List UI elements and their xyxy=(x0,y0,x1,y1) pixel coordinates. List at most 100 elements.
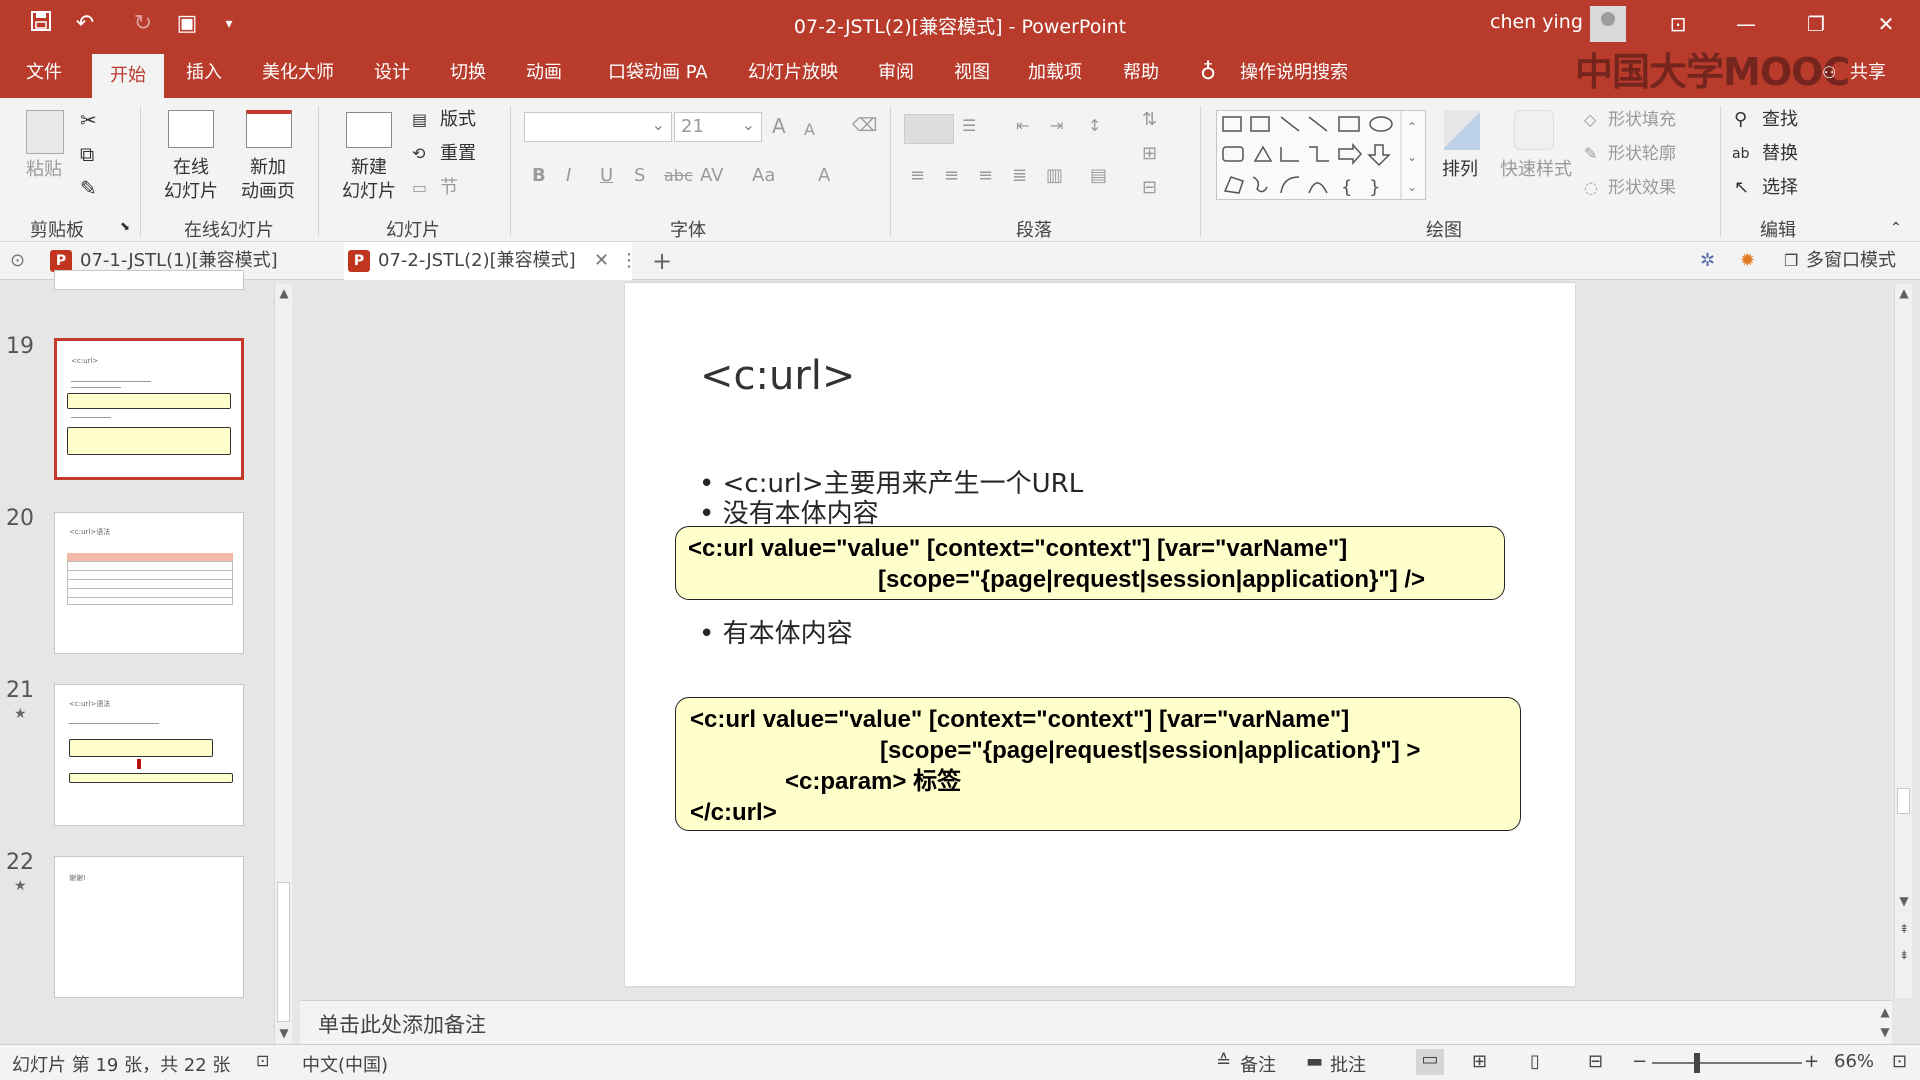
replace-button[interactable]: 替换 xyxy=(1762,142,1798,166)
new-animation-page-line2[interactable]: 动画页 xyxy=(232,180,304,204)
restore-button[interactable]: ❐ xyxy=(1786,6,1846,42)
share-button[interactable]: 共享 xyxy=(1850,48,1886,98)
slideshow-icon[interactable]: ⊟ xyxy=(1588,1051,1603,1072)
smartart-icon[interactable]: ⊟ xyxy=(1142,176,1157,200)
slide-title[interactable]: <c:url> xyxy=(700,353,855,399)
bullet-item[interactable]: • 有本体内容 xyxy=(699,613,853,650)
comments-icon[interactable]: ▬ xyxy=(1306,1051,1323,1072)
multi-window-icon[interactable]: ❐ xyxy=(1784,242,1798,280)
reset-button[interactable]: 重置 xyxy=(440,142,476,166)
quick-styles-button[interactable]: 快速样式 xyxy=(1496,158,1576,182)
dialog-launcher-icon[interactable]: ⬊ xyxy=(120,214,130,238)
new-slide-line2[interactable]: 幻灯片 xyxy=(334,180,404,204)
justify-icon[interactable]: ≣ xyxy=(1012,164,1027,188)
paste-icon[interactable] xyxy=(26,110,64,154)
thumbnail-scrollbar[interactable]: ▲ ▼ xyxy=(274,284,292,1044)
find-button[interactable]: 查找 xyxy=(1762,108,1798,132)
zoom-out-icon[interactable]: − xyxy=(1632,1051,1647,1072)
scroll-up-icon[interactable]: ▲ xyxy=(1895,284,1913,302)
select-icon[interactable]: ↖ xyxy=(1734,176,1749,200)
new-slide-line1[interactable]: 新建 xyxy=(334,156,404,180)
arrange-icon[interactable] xyxy=(1444,110,1480,150)
scroll-down-icon[interactable]: ▼ xyxy=(1876,1023,1894,1041)
thumbnail-22[interactable]: 谢谢! xyxy=(54,856,244,998)
person-icon[interactable]: ⚇ xyxy=(1822,48,1836,98)
tab-view[interactable]: 视图 xyxy=(954,48,990,98)
zoom-slider-thumb[interactable] xyxy=(1694,1053,1700,1073)
copy-icon[interactable]: ⧉ xyxy=(80,142,94,166)
online-slides-line1[interactable]: 在线 xyxy=(156,156,226,180)
tab-design[interactable]: 设计 xyxy=(374,48,410,98)
doc-tab-active[interactable]: P 07-2-JSTL(2)[兼容模式] ✕ ⋮ xyxy=(344,242,638,280)
columns-icon[interactable]: ▤ xyxy=(1090,164,1107,188)
tab-help[interactable]: 帮助 xyxy=(1123,48,1159,98)
notes-toggle[interactable]: 备注 xyxy=(1240,1051,1276,1077)
scroll-thumb[interactable] xyxy=(1897,788,1910,814)
paste-button[interactable]: 粘贴 xyxy=(24,158,64,182)
tell-me-search[interactable]: 操作说明搜索 xyxy=(1240,48,1348,98)
font-color-button[interactable]: A xyxy=(818,164,830,188)
tab-animations[interactable]: 动画 xyxy=(526,48,562,98)
notes-pane[interactable]: 单击此处添加备注 ▲ ▼ xyxy=(300,1000,1892,1044)
thumbnail-21[interactable]: <c:url>语法 xyxy=(54,684,244,826)
bold-button[interactable]: B xyxy=(532,164,546,188)
zoom-slider[interactable] xyxy=(1652,1062,1802,1064)
comments-toggle[interactable]: 批注 xyxy=(1330,1051,1366,1077)
user-name[interactable]: chen ying xyxy=(1490,11,1583,33)
find-icon[interactable]: ⚲ xyxy=(1734,108,1747,132)
shape-effects-button[interactable]: 形状效果 xyxy=(1608,176,1676,200)
tab-review[interactable]: 审阅 xyxy=(878,48,914,98)
align-left-icon[interactable]: ≡ xyxy=(910,164,925,188)
collapse-ribbon-icon[interactable]: ⌃ xyxy=(1890,216,1902,240)
settings-icon-blue[interactable]: ✲ xyxy=(1700,242,1715,280)
increase-indent-icon[interactable]: ⇥ xyxy=(1050,114,1063,138)
normal-view-icon[interactable]: ▭ xyxy=(1416,1049,1444,1075)
slide-sorter-icon[interactable]: ⊞ xyxy=(1472,1051,1487,1072)
replace-icon[interactable]: ab xyxy=(1732,142,1749,166)
minimize-button[interactable]: — xyxy=(1716,6,1776,42)
tab-pocket-animation[interactable]: 口袋动画 PA xyxy=(608,48,708,98)
thumbnail-20[interactable]: <c:url>语法 xyxy=(54,512,244,654)
numbering-icon[interactable]: ☰ xyxy=(962,114,976,138)
font-name-dropdown[interactable]: ⌄ xyxy=(524,112,672,142)
language-indicator[interactable]: 中文(中国) xyxy=(302,1051,388,1077)
shape-effects-icon[interactable]: ◌ xyxy=(1584,176,1598,200)
slide-canvas[interactable]: <c:url> • <c:url>主要用来产生一个URL • 没有本体内容 <c… xyxy=(625,283,1575,986)
layout-button[interactable]: 版式 xyxy=(440,108,476,132)
tab-transitions[interactable]: 切换 xyxy=(450,48,486,98)
select-button[interactable]: 选择 xyxy=(1762,176,1798,200)
underline-button[interactable]: U xyxy=(600,164,613,188)
avatar[interactable] xyxy=(1590,6,1626,42)
line-spacing-icon[interactable]: ↕ xyxy=(1088,114,1101,138)
add-tab-icon[interactable]: + xyxy=(652,242,672,280)
distributed-icon[interactable]: ▥ xyxy=(1046,164,1063,188)
italic-button[interactable]: I xyxy=(566,164,571,188)
decrease-indent-icon[interactable]: ⇤ xyxy=(1016,114,1029,138)
grow-font-icon[interactable]: A xyxy=(772,114,786,138)
shape-fill-button[interactable]: 形状填充 xyxy=(1608,108,1676,132)
reset-icon[interactable]: ⟲ xyxy=(412,142,425,166)
align-center-icon[interactable]: ≡ xyxy=(944,164,959,188)
close-button[interactable]: ✕ xyxy=(1856,6,1916,42)
scroll-down-icon[interactable]: ▼ xyxy=(275,1024,293,1042)
tab-addins[interactable]: 加载项 xyxy=(1028,48,1082,98)
align-right-icon[interactable]: ≡ xyxy=(978,164,993,188)
change-case-button[interactable]: Aa xyxy=(752,164,775,188)
fit-to-window-icon[interactable]: ⊡ xyxy=(1892,1051,1907,1072)
ribbon-display-icon[interactable]: ⊡ xyxy=(1648,6,1708,42)
scroll-thumb[interactable] xyxy=(277,882,290,1022)
online-slides-line2[interactable]: 幻灯片 xyxy=(156,180,226,204)
notes-icon[interactable]: ≙ xyxy=(1216,1051,1231,1072)
layout-icon[interactable]: ▤ xyxy=(412,108,427,132)
more-icon[interactable]: ⋮ xyxy=(620,242,638,280)
arrange-button[interactable]: 排列 xyxy=(1442,158,1478,182)
code-box-no-body[interactable]: <c:url value="value" [context="context"]… xyxy=(675,526,1505,600)
new-slide-icon[interactable] xyxy=(346,112,392,148)
align-text-icon[interactable]: ⊞ xyxy=(1142,142,1157,166)
thumbnail-18-partial[interactable] xyxy=(54,270,244,290)
online-slides-icon[interactable] xyxy=(168,110,214,148)
tab-beautify[interactable]: 美化大师 xyxy=(262,48,334,98)
spell-check-icon[interactable]: ⊡ xyxy=(256,1051,269,1070)
bullets-icon[interactable] xyxy=(904,114,954,144)
scroll-up-icon[interactable]: ▲ xyxy=(275,284,293,302)
